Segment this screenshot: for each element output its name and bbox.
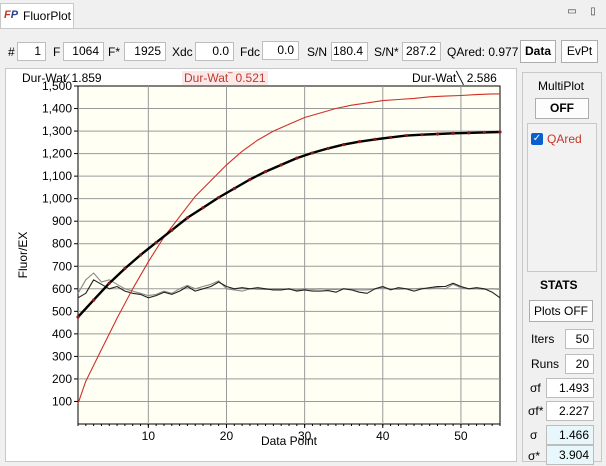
x-tick-label: 50 <box>454 429 468 443</box>
data-point <box>420 133 424 137</box>
data-point <box>107 281 111 285</box>
qared-list-item[interactable]: QAred <box>547 132 582 146</box>
data-point <box>279 163 283 167</box>
sigma-field[interactable]: 1.466 <box>546 425 594 445</box>
data-point <box>388 135 393 139</box>
data-point <box>154 241 158 245</box>
data-point <box>263 170 268 174</box>
data-point <box>248 177 252 182</box>
data-point <box>342 142 346 147</box>
data-point <box>185 216 190 220</box>
data-point <box>138 253 143 257</box>
sigma-f-field[interactable]: 1.493 <box>546 378 594 398</box>
data-point <box>92 298 96 302</box>
runs-field[interactable]: 20 <box>565 354 594 374</box>
sigma-fstar-label: σf* <box>528 404 544 418</box>
y-tick-label: 1,400 <box>42 102 72 116</box>
sigma-fstar-field[interactable]: 2.227 <box>546 401 594 421</box>
data-point <box>310 151 315 155</box>
data-point <box>357 140 361 144</box>
y-tick-label: 1,200 <box>42 147 72 161</box>
data-point <box>482 130 486 135</box>
data-point <box>404 133 408 138</box>
data-point <box>295 156 299 160</box>
data-point <box>217 195 221 200</box>
sigma-label: σ <box>530 428 538 442</box>
data-point <box>123 266 127 271</box>
y-tick-label: 100 <box>52 394 72 408</box>
x-tick-label: 40 <box>376 429 390 443</box>
plots-off-button[interactable]: Plots OFF <box>529 300 593 322</box>
iters-label: Iters <box>531 332 555 346</box>
data-point <box>201 206 205 210</box>
data-point <box>170 228 174 232</box>
multiplot-label: MultiPlot <box>538 79 585 93</box>
x-axis-label: Data Point <box>261 434 318 448</box>
y-tick-label: 1,500 <box>42 79 72 93</box>
y-tick-label: 700 <box>52 259 72 273</box>
y-tick-label: 300 <box>52 349 72 363</box>
data-point <box>451 131 455 135</box>
x-tick-label: 20 <box>220 429 234 443</box>
fluorescence-chart: 100 200 300 400 500 600 700 800 900 1,000 1,100 1,2… <box>16 79 502 448</box>
data-point <box>76 315 80 319</box>
sigma-star-label: σ* <box>528 449 541 463</box>
qared-checkbox[interactable]: ✓ <box>531 133 543 145</box>
data-point <box>232 186 236 191</box>
sigma-f-label: σf <box>530 381 541 395</box>
y-tick-label: 900 <box>52 214 72 228</box>
y-tick-label: 1,100 <box>42 169 72 183</box>
y-tick-label: 500 <box>52 304 72 318</box>
data-point <box>435 132 440 136</box>
stats-label: STATS <box>540 278 578 292</box>
data-point <box>467 131 471 135</box>
data-point <box>498 130 502 134</box>
y-tick-label: 600 <box>52 282 72 296</box>
multiplot-off-button[interactable]: OFF <box>535 98 589 119</box>
y-tick-label: 1,300 <box>42 124 72 138</box>
runs-label: Runs <box>531 357 560 371</box>
y-tick-label: 400 <box>52 327 72 341</box>
y-axis-ticks: 100 200 300 400 500 600 700 800 900 1,000 1,100 1,2… <box>42 79 78 408</box>
y-tick-label: 1,000 <box>42 192 72 206</box>
data-point <box>373 137 377 142</box>
y-tick-label: 200 <box>52 372 72 386</box>
x-tick-label: 10 <box>142 429 156 443</box>
y-tick-label: 800 <box>52 237 72 251</box>
data-point <box>326 146 330 151</box>
y-axis-label: Fluor/EX <box>16 232 30 279</box>
iters-field[interactable]: 50 <box>565 329 594 349</box>
sigma-star-field[interactable]: 3.904 <box>546 445 594 465</box>
